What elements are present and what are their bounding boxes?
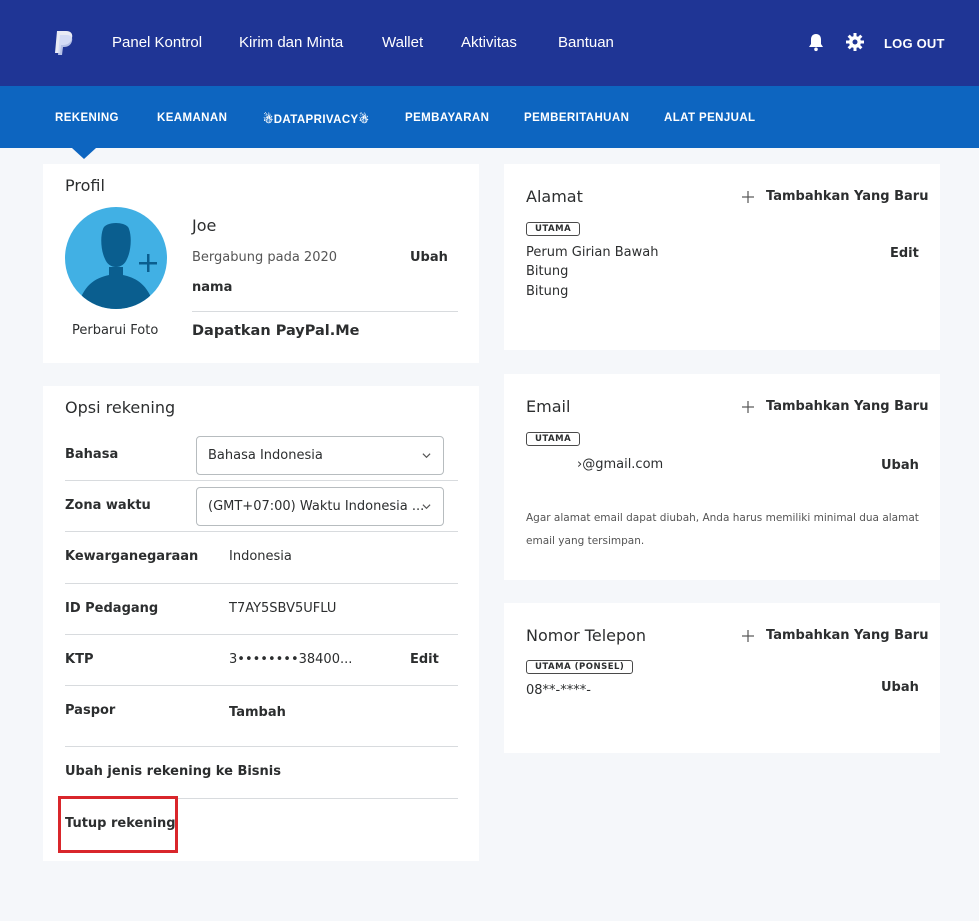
profile-name: Joe: [192, 216, 217, 235]
passport-label: Paspor: [65, 703, 116, 718]
passport-add-link[interactable]: Tambah: [229, 705, 286, 720]
tab-security[interactable]: KEAMANAN: [157, 112, 227, 124]
nav-dashboard[interactable]: Panel Kontrol: [112, 34, 202, 51]
divider: [65, 685, 458, 686]
primary-badge: UTAMA: [526, 432, 581, 446]
divider: [65, 480, 458, 481]
nav-wallet[interactable]: Wallet: [382, 34, 423, 51]
phone-title: Nomor Telepon: [526, 626, 647, 645]
tab-seller-tools[interactable]: ALAT PENJUAL: [664, 112, 755, 124]
avatar[interactable]: [65, 207, 167, 309]
joined-date: Bergabung pada 2020: [192, 250, 338, 265]
address-line-3: Bitung: [526, 284, 569, 299]
language-select[interactable]: Bahasa Indonesia: [196, 436, 444, 475]
add-address-link[interactable]: Tambahkan Yang Baru: [766, 189, 928, 204]
paypal-logo-icon[interactable]: [52, 30, 76, 56]
close-account-link[interactable]: Tutup rekening: [65, 816, 176, 831]
logout-button[interactable]: LOG OUT: [884, 36, 945, 51]
tab-payments[interactable]: PEMBAYARAN: [405, 112, 489, 124]
email-note-line-1: Agar alamat email dapat diubah, Anda har…: [526, 512, 919, 524]
email-note-line-2: email yang tersimpan.: [526, 535, 645, 547]
profile-title: Profil: [65, 176, 105, 195]
settings-tabs: REKENING KEAMANAN ☃DATAPRIVACY☃ PEMBAYAR…: [0, 86, 979, 148]
change-email-link[interactable]: Ubah: [881, 458, 919, 473]
citizenship-label: Kewarganegaraan: [65, 549, 199, 564]
active-tab-indicator: [72, 148, 96, 159]
tab-data-privacy[interactable]: ☃DATAPRIVACY☃: [263, 112, 369, 126]
upgrade-business-link[interactable]: Ubah jenis rekening ke Bisnis: [65, 764, 281, 779]
nav-help[interactable]: Bantuan: [558, 34, 614, 51]
chevron-down-icon: [422, 504, 431, 510]
add-photo-icon: [139, 254, 157, 272]
divider: [65, 746, 458, 747]
update-photo-link[interactable]: Perbarui Foto: [72, 323, 158, 338]
email-title: Email: [526, 397, 571, 416]
email-value: ›@gmail.com: [577, 457, 664, 472]
edit-address-link[interactable]: Edit: [890, 246, 919, 261]
add-phone-link[interactable]: Tambahkan Yang Baru: [766, 628, 928, 643]
address-line-2: Bitung: [526, 264, 569, 279]
options-title: Opsi rekening: [65, 398, 176, 417]
add-email-link[interactable]: Tambahkan Yang Baru: [766, 399, 928, 414]
address-title: Alamat: [526, 187, 583, 206]
chevron-down-icon: [422, 453, 431, 459]
gear-icon[interactable]: [845, 32, 865, 52]
plus-icon[interactable]: [742, 630, 754, 642]
plus-icon[interactable]: [742, 191, 754, 203]
tab-account[interactable]: REKENING: [55, 112, 119, 124]
nav-send-request[interactable]: Kirim dan Minta: [239, 34, 343, 51]
nav-activity[interactable]: Aktivitas: [461, 34, 517, 51]
bell-icon[interactable]: [806, 32, 826, 52]
change-name-link[interactable]: Ubah: [410, 250, 448, 265]
change-phone-link[interactable]: Ubah: [881, 680, 919, 695]
address-line-1: Perum Girian Bawah: [526, 245, 659, 260]
ktp-label: KTP: [65, 652, 94, 667]
change-name-link-cont[interactable]: nama: [192, 280, 232, 295]
top-header: Panel Kontrol Kirim dan Minta Wallet Akt…: [0, 0, 979, 86]
merchant-id-label: ID Pedagang: [65, 601, 159, 616]
primary-badge: UTAMA: [526, 222, 581, 236]
divider: [65, 531, 458, 532]
tab-notifications[interactable]: PEMBERITAHUAN: [524, 112, 629, 124]
divider: [65, 634, 458, 635]
divider: [192, 311, 458, 312]
language-value: Bahasa Indonesia: [208, 448, 323, 463]
merchant-id-value: T7AY5SBV5UFLU: [229, 601, 337, 616]
ktp-edit-link[interactable]: Edit: [410, 652, 439, 667]
phone-value: 08**-****-: [526, 683, 591, 698]
plus-icon[interactable]: [742, 401, 754, 413]
ktp-value: 3••••••••38400...: [229, 652, 353, 667]
language-label: Bahasa: [65, 447, 119, 462]
citizenship-value: Indonesia: [229, 549, 292, 564]
paypal-me-link[interactable]: Dapatkan PayPal.Me: [192, 323, 360, 339]
timezone-label: Zona waktu: [65, 498, 151, 513]
mobile-primary-badge: UTAMA (PONSEL): [526, 660, 634, 674]
timezone-select[interactable]: (GMT+07:00) Waktu Indonesia ...: [196, 487, 444, 526]
timezone-value: (GMT+07:00) Waktu Indonesia ...: [208, 499, 425, 514]
divider: [65, 583, 458, 584]
